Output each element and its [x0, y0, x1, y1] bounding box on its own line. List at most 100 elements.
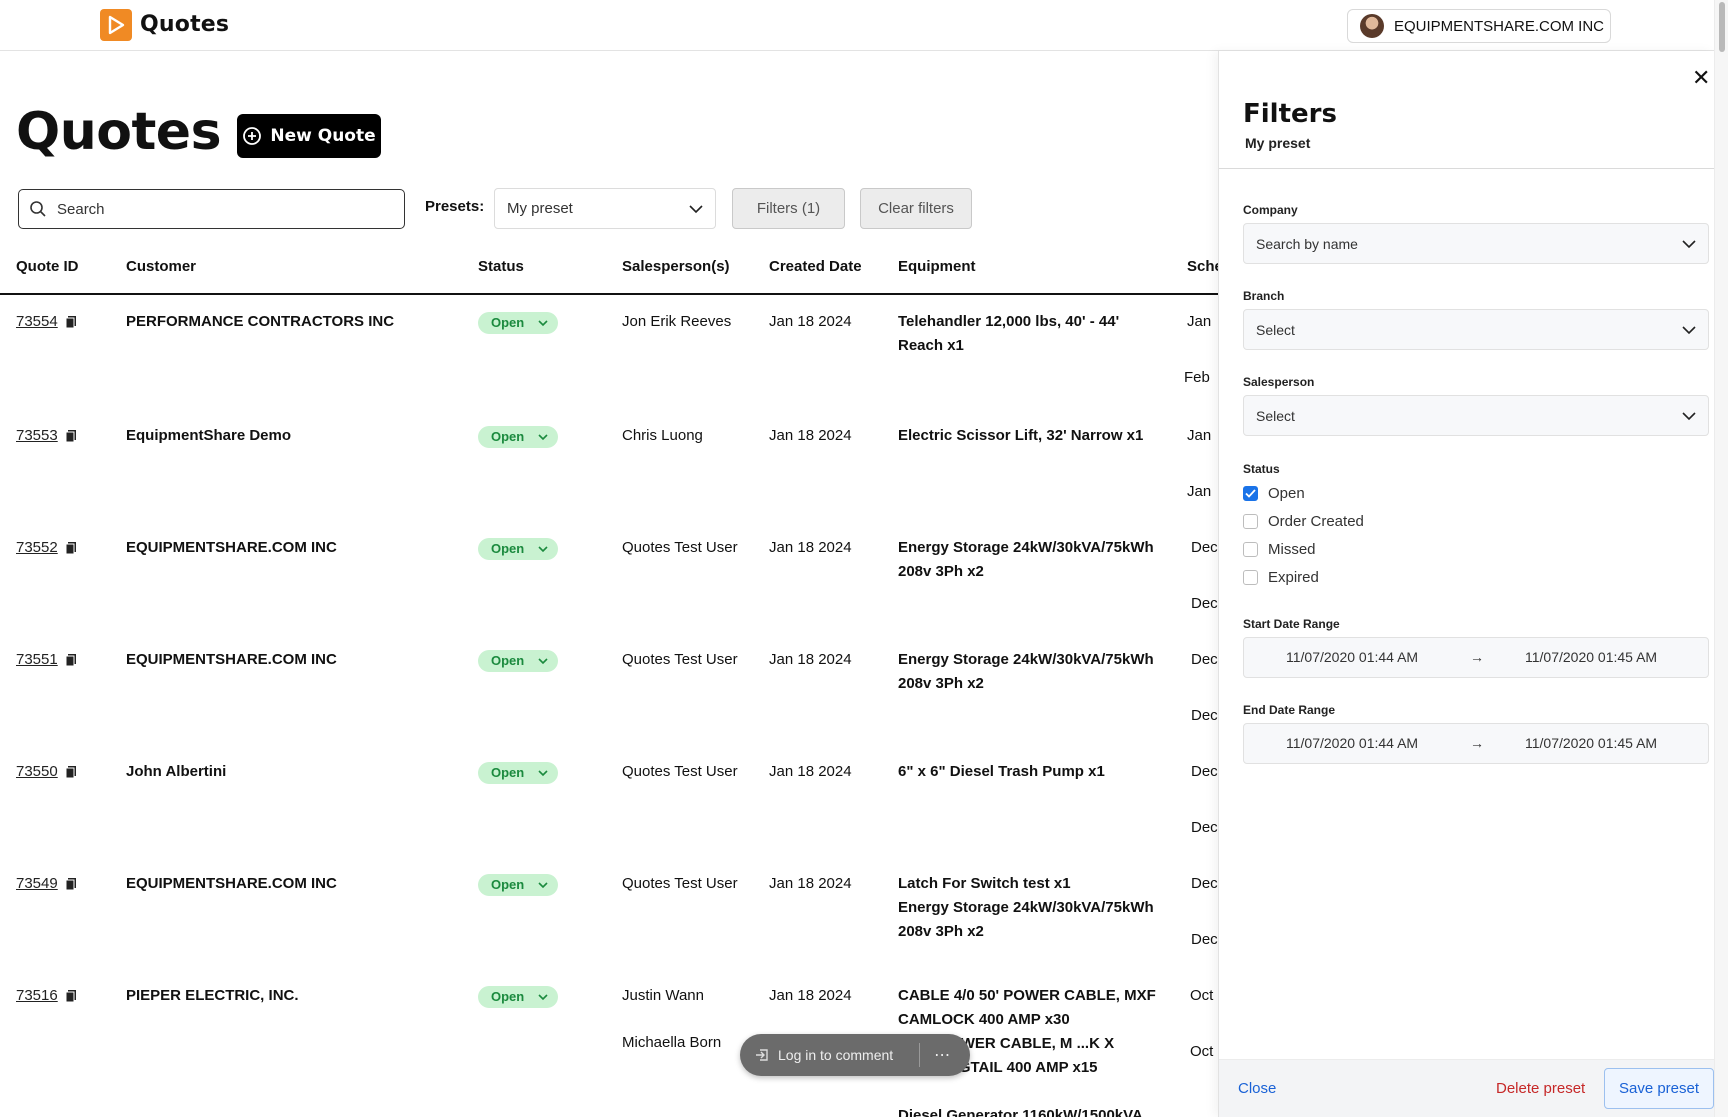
copy-icon[interactable]	[65, 654, 76, 666]
quote-id-link[interactable]: 73554	[16, 310, 76, 334]
app-title: Quotes	[140, 12, 230, 37]
end-date-from[interactable]: 11/07/2020 01:44 AM	[1286, 735, 1418, 751]
quote-id-link[interactable]: 73553	[16, 424, 76, 448]
copy-icon[interactable]	[65, 316, 76, 328]
start-date-range[interactable]: 11/07/2020 01:44 AM → 11/07/2020 01:45 A…	[1243, 637, 1709, 678]
login-to-comment-pill[interactable]: Log in to comment ⋯	[740, 1034, 970, 1076]
company-select[interactable]: Search by name	[1243, 223, 1709, 264]
chevron-down-icon	[538, 769, 548, 776]
table-header: Quote ID Customer Status Salesperson(s) …	[0, 250, 1223, 295]
branch-value: Select	[1256, 321, 1295, 338]
created-date: Jan 18 2024	[769, 427, 852, 444]
schedule-end: Feb	[1184, 369, 1210, 386]
login-to-comment-label[interactable]: Log in to comment	[778, 1047, 893, 1063]
filters-title: Filters	[1243, 99, 1337, 129]
customer-name: EquipmentShare Demo	[126, 427, 292, 444]
customer-name: PIEPER ELECTRIC, INC.	[126, 987, 299, 1004]
column-status[interactable]: Status	[478, 258, 524, 275]
equipment: 6" x 6" Diesel Trash Pump x1	[898, 763, 1105, 780]
preset-select[interactable]: My preset	[494, 188, 716, 229]
column-customer[interactable]: Customer	[126, 258, 196, 275]
quote-id[interactable]: 73516	[16, 984, 58, 1008]
app-logo-icon[interactable]	[100, 9, 132, 41]
quote-id-link[interactable]: 73549	[16, 872, 76, 896]
close-button[interactable]: Close	[1238, 1080, 1276, 1097]
filters-subtitle: My preset	[1245, 135, 1311, 151]
copy-icon[interactable]	[65, 542, 76, 554]
checkbox[interactable]	[1243, 514, 1258, 529]
checkbox-checked[interactable]	[1243, 486, 1258, 501]
quote-id[interactable]: 73550	[16, 760, 58, 784]
end-date-range[interactable]: 11/07/2020 01:44 AM → 11/07/2020 01:45 A…	[1243, 723, 1709, 764]
start-date-to[interactable]: 11/07/2020 01:45 AM	[1525, 649, 1657, 665]
schedule-end: Dec	[1191, 707, 1218, 724]
panel-footer: Close Delete preset Save preset	[1219, 1059, 1715, 1117]
search-box[interactable]	[18, 189, 405, 229]
filters-panel: ✕ Filters My preset Company Search by na…	[1218, 51, 1715, 1117]
status-badge[interactable]: Open	[478, 538, 558, 560]
login-icon	[756, 1049, 768, 1061]
checkbox[interactable]	[1243, 570, 1258, 585]
quote-id[interactable]: 73553	[16, 424, 58, 448]
search-input[interactable]	[57, 200, 387, 218]
status-badge[interactable]: Open	[478, 312, 558, 334]
quote-id-link[interactable]: 73552	[16, 536, 76, 560]
checkbox[interactable]	[1243, 542, 1258, 557]
quote-id-link[interactable]: 73551	[16, 648, 76, 672]
clear-filters-button[interactable]: Clear filters	[860, 188, 972, 229]
close-icon[interactable]: ✕	[1692, 65, 1710, 91]
status-option-expired[interactable]: Expired	[1243, 569, 1319, 586]
column-equipment[interactable]: Equipment	[898, 258, 976, 275]
quote-id-link[interactable]: 73516	[16, 984, 76, 1008]
copy-icon[interactable]	[65, 766, 76, 778]
end-date-to[interactable]: 11/07/2020 01:45 AM	[1525, 735, 1657, 751]
copy-icon[interactable]	[65, 430, 76, 442]
status-option-order-created[interactable]: Order Created	[1243, 513, 1364, 530]
column-salespersons[interactable]: Salesperson(s)	[622, 258, 730, 275]
schedule-end: Dec	[1191, 931, 1218, 948]
status-badge[interactable]: Open	[478, 874, 558, 896]
status-option-open[interactable]: Open	[1243, 485, 1305, 502]
quote-id-link[interactable]: 73550	[16, 760, 76, 784]
quote-id[interactable]: 73554	[16, 310, 58, 334]
start-date-from[interactable]: 11/07/2020 01:44 AM	[1286, 649, 1418, 665]
salesperson-select[interactable]: Select	[1243, 395, 1709, 436]
column-created-date[interactable]: Created Date	[769, 258, 862, 275]
customer-name: PERFORMANCE CONTRACTORS INC	[126, 313, 395, 330]
quote-id[interactable]: 73552	[16, 536, 58, 560]
status-option-label: Missed	[1268, 541, 1316, 558]
scrollbar[interactable]	[1714, 0, 1728, 1117]
scrollbar-thumb[interactable]	[1719, 2, 1725, 52]
status-label: Status	[1243, 462, 1280, 476]
chevron-down-icon	[1682, 325, 1696, 334]
branch-select[interactable]: Select	[1243, 309, 1709, 350]
save-preset-button[interactable]: Save preset	[1604, 1068, 1714, 1109]
status-badge[interactable]: Open	[478, 762, 558, 784]
customer-name: EQUIPMENTSHARE.COM INC	[126, 651, 337, 668]
copy-icon[interactable]	[65, 990, 76, 1002]
plus-circle-icon	[243, 127, 262, 145]
column-quote-id[interactable]: Quote ID	[16, 258, 79, 275]
status-option-missed[interactable]: Missed	[1243, 541, 1316, 558]
copy-icon[interactable]	[65, 878, 76, 890]
account-menu[interactable]: EQUIPMENTSHARE.COM INC	[1347, 9, 1611, 43]
status-label: Open	[491, 315, 525, 330]
quote-id[interactable]: 73551	[16, 648, 58, 672]
chevron-down-icon	[689, 204, 703, 213]
created-date: Jan 18 2024	[769, 763, 852, 780]
created-date: Jan 18 2024	[769, 539, 852, 556]
status-badge[interactable]: Open	[478, 986, 558, 1008]
page: Quotes EQUIPMENTSHARE.COM INC Quotes New…	[0, 0, 1728, 1117]
schedule-start: Dec	[1191, 763, 1218, 780]
created-date: Jan 18 2024	[769, 875, 852, 892]
filters-button[interactable]: Filters (1)	[732, 188, 845, 229]
chevron-down-icon	[1682, 239, 1696, 248]
created-date: Jan 18 2024	[769, 313, 852, 330]
more-options-icon[interactable]: ⋯	[934, 1045, 950, 1065]
delete-preset-button[interactable]: Delete preset	[1496, 1080, 1585, 1097]
status-label: Open	[491, 653, 525, 668]
new-quote-button[interactable]: New Quote	[237, 114, 381, 158]
quote-id[interactable]: 73549	[16, 872, 58, 896]
status-badge[interactable]: Open	[478, 650, 558, 672]
status-badge[interactable]: Open	[478, 426, 558, 448]
